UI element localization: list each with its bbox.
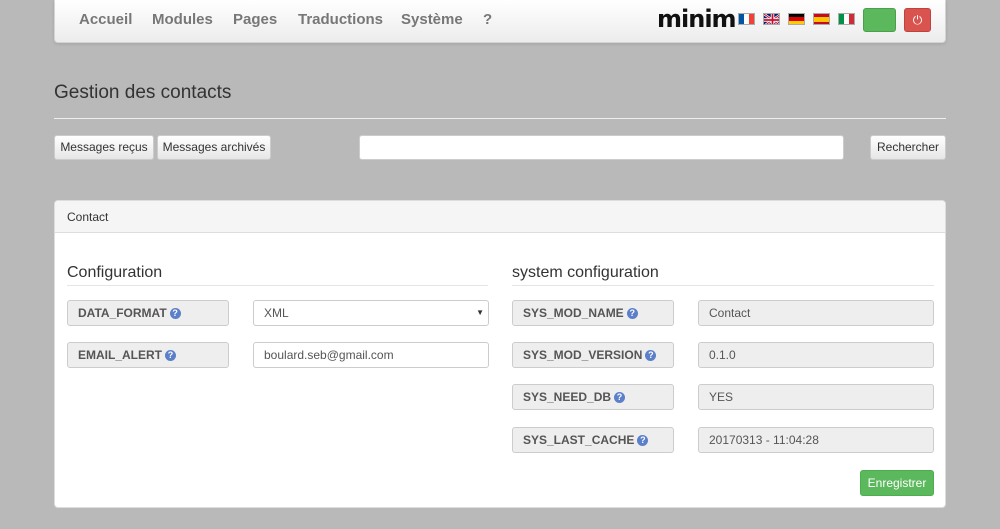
contact-panel: Contact Configuration DATA_FORMAT? XML ▼ … bbox=[54, 200, 946, 508]
nav-help[interactable]: ? bbox=[483, 11, 492, 28]
system-configuration-rule bbox=[512, 285, 934, 286]
data-format-label: DATA_FORMAT? bbox=[67, 300, 229, 326]
email-alert-input[interactable]: boulard.seb@gmail.com bbox=[253, 342, 489, 368]
sys-need-db-field: YES bbox=[698, 384, 934, 410]
configuration-rule bbox=[67, 285, 488, 286]
messages-archived-button[interactable]: Messages archivés bbox=[157, 135, 271, 160]
flag-fr-icon[interactable] bbox=[738, 13, 755, 25]
sys-mod-name-field: Contact bbox=[698, 300, 934, 326]
sys-need-db-label: SYS_NEED_DB? bbox=[512, 384, 674, 410]
search-button[interactable]: Rechercher bbox=[870, 135, 946, 160]
nav-systeme[interactable]: Système bbox=[401, 11, 463, 28]
chevron-down-icon: ▼ bbox=[476, 308, 484, 317]
sys-mod-version-field: 0.1.0 bbox=[698, 342, 934, 368]
logout-button[interactable]: ⏻ bbox=[904, 8, 931, 32]
sys-mod-name-label: SYS_MOD_NAME? bbox=[512, 300, 674, 326]
sys-mod-version-label: SYS_MOD_VERSION? bbox=[512, 342, 674, 368]
nav-pages[interactable]: Pages bbox=[233, 11, 277, 28]
configuration-title: Configuration bbox=[67, 264, 163, 281]
help-icon[interactable]: ? bbox=[626, 308, 638, 319]
messages-received-button[interactable]: Messages reçus bbox=[54, 135, 154, 160]
data-format-select[interactable]: XML ▼ bbox=[253, 300, 489, 326]
minim-logo: minim bbox=[657, 5, 737, 33]
flag-es-icon[interactable] bbox=[813, 13, 830, 25]
status-button[interactable] bbox=[863, 8, 896, 32]
nav-traductions[interactable]: Traductions bbox=[298, 11, 383, 28]
save-button[interactable]: Enregistrer bbox=[860, 470, 934, 496]
help-icon[interactable]: ? bbox=[169, 308, 181, 319]
flag-it-icon[interactable] bbox=[838, 13, 855, 25]
email-alert-label: EMAIL_ALERT? bbox=[67, 342, 229, 368]
panel-title: Contact bbox=[55, 201, 945, 233]
title-divider bbox=[54, 118, 946, 119]
top-navbar: Accueil Modules Pages Traductions Systèm… bbox=[54, 0, 946, 43]
help-icon[interactable]: ? bbox=[614, 392, 626, 403]
power-icon: ⏻ bbox=[912, 13, 923, 27]
help-icon[interactable]: ? bbox=[165, 350, 176, 361]
flag-uk-icon[interactable] bbox=[763, 13, 780, 25]
flag-de-icon[interactable] bbox=[788, 13, 805, 25]
nav-accueil[interactable]: Accueil bbox=[79, 11, 132, 28]
page-title: Gestion des contacts bbox=[54, 82, 232, 103]
system-configuration-title: system configuration bbox=[512, 264, 659, 281]
help-icon[interactable]: ? bbox=[637, 435, 649, 446]
search-input[interactable] bbox=[359, 135, 844, 160]
help-icon[interactable]: ? bbox=[645, 350, 657, 361]
sys-last-cache-field: 20170313 - 11:04:28 bbox=[698, 427, 934, 453]
nav-modules[interactable]: Modules bbox=[152, 11, 213, 28]
sys-last-cache-label: SYS_LAST_CACHE? bbox=[512, 427, 674, 453]
